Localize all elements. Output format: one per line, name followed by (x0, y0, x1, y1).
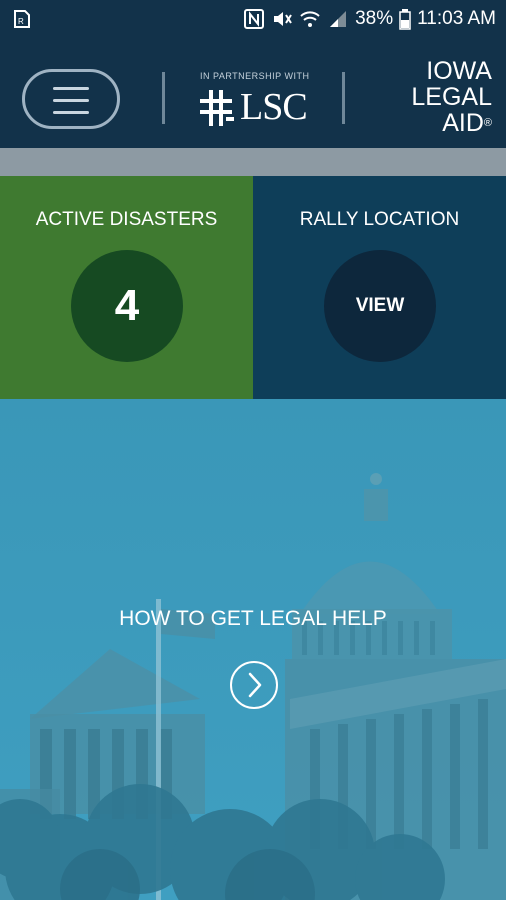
menu-icon-bar (53, 111, 89, 114)
registered-mark: ® (483, 117, 492, 129)
svg-text:R: R (18, 17, 24, 26)
active-disasters-title: ACTIVE DISASTERS (35, 209, 218, 230)
sim-icon: R (12, 9, 32, 29)
nfc-icon (243, 8, 265, 30)
header-divider (342, 72, 345, 124)
brand-line2: LEGAL (411, 83, 492, 111)
battery-percentage: 38% (355, 8, 394, 29)
chevron-right-icon (248, 672, 262, 698)
legal-help-banner[interactable]: HOW TO GET LEGAL HELP (0, 399, 506, 900)
status-bar: R 38% 11:03 AM (0, 0, 506, 38)
signal-icon (327, 8, 349, 30)
capitol-building-image (0, 399, 506, 900)
app-header: IN PARTNERSHIP WITH LSC IOWA LEGAL AID® (0, 38, 506, 148)
brand-line3: AID (442, 109, 484, 137)
battery-icon (399, 8, 411, 30)
menu-icon-bar (53, 99, 89, 102)
lsc-logo: IN PARTNERSHIP WITH LSC (198, 71, 310, 131)
rally-location-title: RALLY LOCATION (299, 209, 460, 230)
menu-icon (53, 87, 89, 90)
separator-strip (0, 148, 506, 176)
mute-icon (271, 8, 293, 30)
brand-line1: IOWA (426, 57, 492, 85)
wifi-icon (299, 8, 321, 30)
lsc-mark-icon (200, 90, 234, 126)
partner-caption: IN PARTNERSHIP WITH (200, 71, 310, 81)
menu-button[interactable] (22, 69, 120, 129)
legal-help-title: HOW TO GET LEGAL HELP (119, 607, 387, 630)
active-disasters-count: 4 (71, 250, 183, 362)
iowa-legal-aid-logo: IOWA LEGAL AID® (382, 58, 492, 142)
rally-view-button[interactable]: VIEW (324, 250, 436, 362)
partner-name: LSC (240, 86, 308, 128)
active-disasters-tile[interactable]: ACTIVE DISASTERS 4 (0, 176, 253, 399)
legal-help-next-button[interactable] (230, 661, 278, 709)
header-divider (162, 72, 165, 124)
rally-location-tile[interactable]: RALLY LOCATION VIEW (253, 176, 506, 399)
clock: 11:03 AM (417, 8, 496, 29)
